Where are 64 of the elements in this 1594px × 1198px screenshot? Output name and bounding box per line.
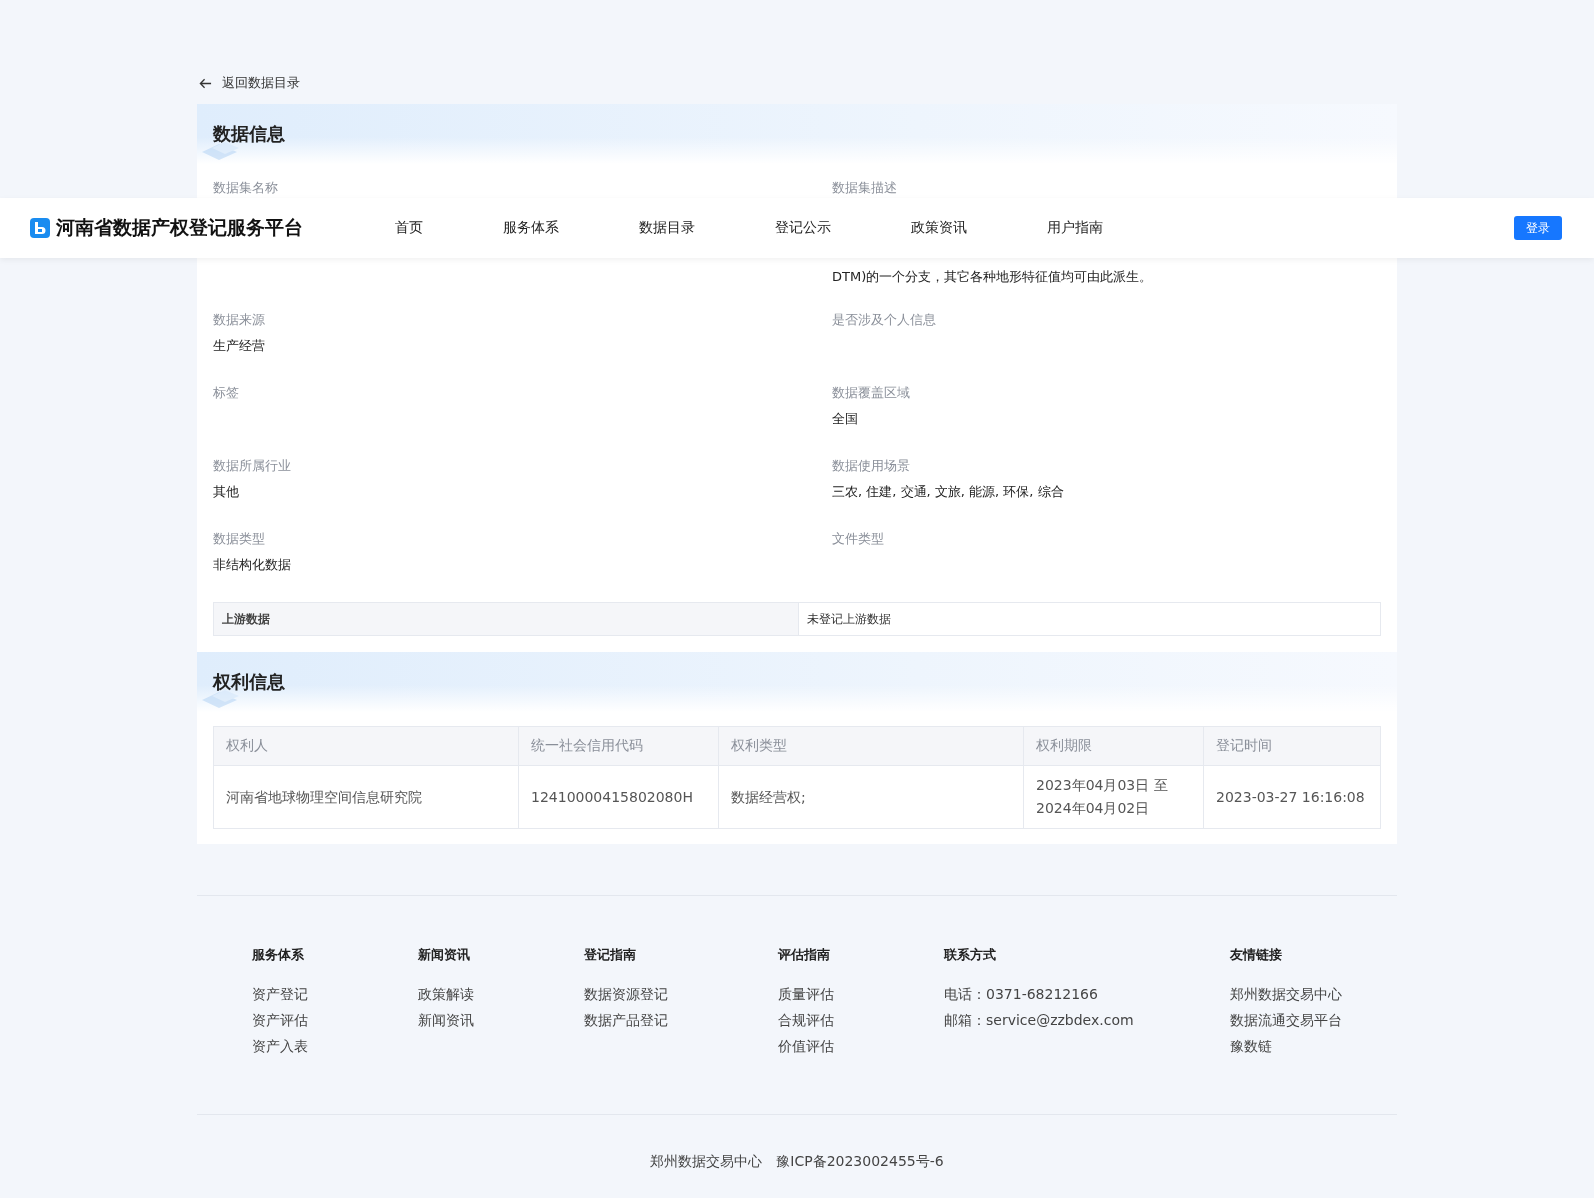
nav-link[interactable]: 数据目录 [639,219,695,237]
footer-link[interactable]: 资产入表 [252,1033,418,1059]
footer-link[interactable]: 数据流通交易平台 [1230,1007,1342,1033]
footer-link[interactable]: 电话：0371-68212166 [944,981,1230,1007]
footer-link[interactable]: 合规评估 [778,1007,944,1033]
field-label: 是否涉及个人信息 [832,311,937,329]
back-link[interactable]: 返回数据目录 [199,72,1397,94]
field-value: 生产经营 [213,337,266,355]
footer-link[interactable]: 新闻资讯 [418,1007,584,1033]
footer-link[interactable]: 资产登记 [252,981,418,1007]
footer-heading: 友情链接 [1230,946,1283,964]
field-label: 数据所属行业 [213,457,292,475]
footer-link[interactable]: 质量评估 [778,981,944,1007]
field-value: 三农, 住建, 交通, 文旅, 能源, 环保, 综合 [832,483,1065,501]
table-cell: 2023年04月03日 至 2024年04月02日 [1023,765,1204,829]
login-button[interactable]: 登录 [1514,216,1562,240]
field-label: 数据覆盖区域 [832,384,911,402]
table-cell-text: 未登记上游数据 [806,610,892,628]
footer-link[interactable]: 邮箱：service@zzbdex.com [944,1007,1230,1033]
field-label: 数据集描述 [832,179,898,197]
footer-heading: 评估指南 [778,946,831,964]
footer-link[interactable]: 豫数链 [1230,1033,1342,1059]
table-cell: 12410000415802080H [518,765,719,829]
table-cell: 河南省地球物理空间信息研究院 [213,765,519,829]
footer-heading: 联系方式 [944,946,997,964]
column-header: 权利期限 [1023,726,1204,766]
footer-link[interactable]: 资产评估 [252,1007,418,1033]
field-value: 全国 [832,410,859,428]
table-header-cell: 上游数据 [214,603,799,635]
copyright-text: 豫ICP备2023002455号-6 [776,1153,944,1171]
column-header: 统一社会信用代码 [518,726,719,766]
table-cell: 数据经营权; [718,765,1024,829]
footer-link[interactable]: 政策解读 [418,981,584,1007]
field-value: 非结构化数据 [213,556,292,574]
table-cell: 2023-03-27 16:16:08 [1203,765,1381,829]
field-value: 其他 [213,483,240,501]
nav-link[interactable]: 首页 [395,219,423,237]
section-title: 权利信息 [213,670,285,694]
section-title: 数据信息 [213,122,285,146]
nav-link[interactable]: 政策资讯 [911,219,967,237]
field-label: 数据类型 [213,530,266,548]
site-title: 河南省数据产权登记服务平台 [56,215,303,240]
nav-link[interactable]: 登记公示 [775,219,831,237]
footer-heading: 新闻资讯 [418,946,471,964]
field-label: 文件类型 [832,530,885,548]
nav-link[interactable]: 用户指南 [1047,219,1103,237]
arrow-left-icon [199,76,212,90]
footer-link[interactable]: 价值评估 [778,1033,944,1059]
footer-link[interactable]: 数据产品登记 [584,1007,778,1033]
copyright-text: 郑州数据交易中心 [650,1153,763,1171]
field-value: DTM)的一个分支，其它各种地形特征值均可由此派生。 [832,268,1154,286]
column-header: 权利类型 [718,726,1024,766]
nav-link[interactable]: 服务体系 [503,219,559,237]
field-label: 标签 [213,384,240,402]
footer-heading: 服务体系 [252,946,305,964]
field-label: 数据使用场景 [832,457,911,475]
logo-icon [30,218,50,238]
field-label: 数据来源 [213,311,266,329]
column-header: 登记时间 [1203,726,1381,766]
column-header: 权利人 [213,726,519,766]
footer-link[interactable]: 郑州数据交易中心 [1230,981,1342,1007]
footer-link[interactable]: 数据资源登记 [584,981,778,1007]
field-label: 数据集名称 [213,179,279,197]
footer-heading: 登记指南 [584,946,637,964]
